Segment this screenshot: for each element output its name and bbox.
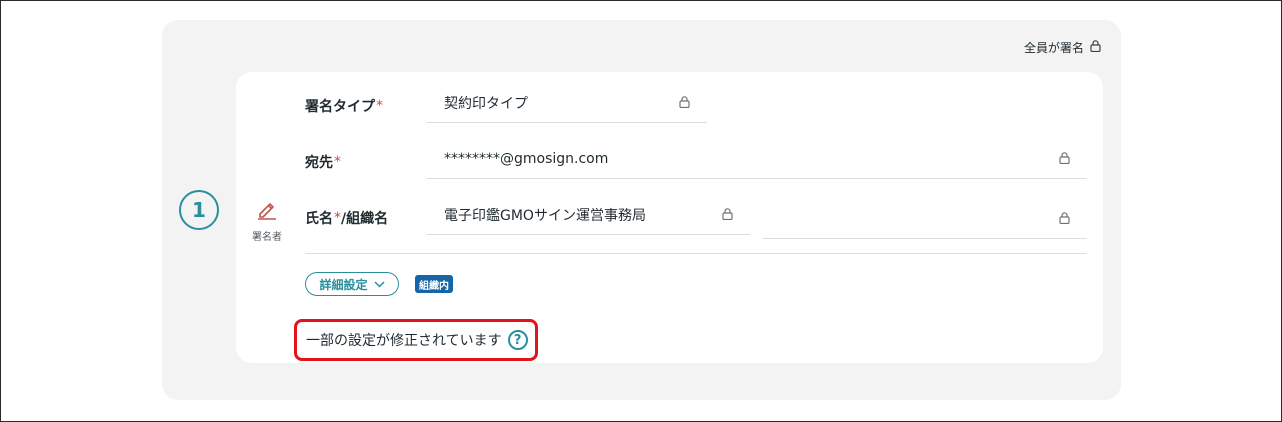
required-mark: *	[334, 210, 341, 226]
lock-icon	[722, 208, 733, 224]
required-mark: *	[334, 154, 341, 170]
detail-settings-label: 詳細設定	[319, 277, 368, 292]
signer-type-label: 署名者	[252, 232, 282, 243]
name-value: 電子印鑑GMOサイン運営事務局	[444, 207, 646, 224]
lock-icon	[1059, 152, 1070, 168]
signature-type-field[interactable]: 契約印タイプ	[427, 83, 707, 123]
internal-org-badge: 組織内	[415, 275, 453, 293]
all-sign-indicator: 全員が署名	[1024, 39, 1101, 56]
recipient-field[interactable]: ********@gmosign.com	[427, 139, 1087, 179]
name-org-label: 氏名 */組織名	[305, 208, 388, 228]
detail-settings-button[interactable]: 詳細設定	[305, 272, 399, 296]
all-sign-label: 全員が署名	[1024, 41, 1085, 55]
lock-icon	[1059, 212, 1070, 228]
form-divider	[305, 253, 1087, 254]
lock-icon	[1090, 40, 1101, 55]
signature-type-label-text: 署名タイプ	[305, 99, 375, 115]
name-label-text: 氏名	[305, 211, 333, 227]
required-mark: *	[376, 98, 383, 114]
pen-icon	[256, 198, 278, 224]
org-label-text: /組織名	[341, 211, 389, 227]
name-field[interactable]: 電子印鑑GMOサイン運営事務局	[427, 195, 750, 235]
modified-settings-text: 一部の設定が修正されています	[306, 333, 502, 349]
signature-type-value: 契約印タイプ	[444, 95, 528, 112]
help-icon[interactable]: ?	[507, 330, 528, 350]
chevron-down-icon	[373, 277, 385, 291]
signer-type-indicator: 署名者	[250, 198, 284, 243]
recipient-label-text: 宛先	[305, 155, 333, 171]
lock-icon	[679, 96, 690, 112]
recipient-label: 宛先 *	[305, 152, 341, 172]
signature-type-label: 署名タイプ *	[305, 96, 383, 116]
organization-field[interactable]	[763, 199, 1087, 239]
modified-settings-notice: 一部の設定が修正されています ?	[294, 319, 538, 361]
step-number-badge: 1	[179, 190, 219, 230]
recipient-value: ********@gmosign.com	[444, 150, 609, 167]
